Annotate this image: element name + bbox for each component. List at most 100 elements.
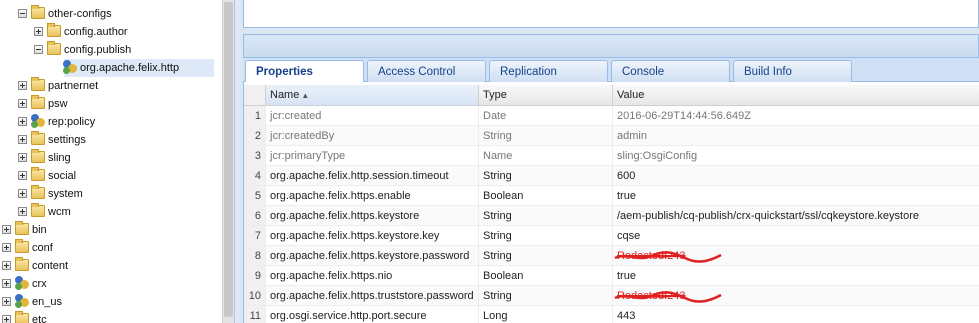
expand-icon[interactable] — [18, 135, 27, 144]
table-row[interactable]: 8 org.apache.felix.https.keystore.passwor… — [244, 246, 979, 266]
table-row[interactable]: 1 jcr:created Date 2016-06-29T14:44:56.649Z — [244, 106, 979, 126]
tree-node-crx[interactable]: crx — [0, 275, 220, 293]
tree-node-label: content — [32, 260, 69, 272]
tree-node-system[interactable]: system — [0, 185, 220, 203]
tree-node-conf[interactable]: conf — [0, 239, 220, 257]
property-value-cell[interactable]: R̶e̶d̶a̶c̶t̶e̶d̶f243 — [613, 286, 979, 305]
expand-icon[interactable] — [18, 117, 27, 126]
expand-icon[interactable] — [34, 27, 43, 36]
tab-console[interactable]: Console — [611, 60, 730, 82]
property-type-cell[interactable]: Date — [479, 106, 613, 125]
folder-icon — [31, 95, 45, 109]
header-name[interactable]: Name ▲ — [266, 85, 479, 105]
property-value-cell[interactable]: 2016-06-29T14:44:56.649Z — [613, 106, 979, 125]
property-value-cell[interactable]: admin — [613, 126, 979, 145]
tree-node-wcm[interactable]: wcm — [0, 203, 220, 221]
tab-build-info[interactable]: Build Info — [733, 60, 852, 82]
property-value-cell[interactable]: 443 — [613, 306, 979, 323]
property-name-cell[interactable]: jcr:primaryType — [266, 146, 479, 165]
tab-replication[interactable]: Replication — [489, 60, 608, 82]
tree-node-other-configs[interactable]: other-configs — [0, 5, 220, 23]
tab-properties[interactable]: Properties — [245, 60, 364, 83]
property-value-cell[interactable]: true — [613, 266, 979, 285]
expand-icon[interactable] — [18, 153, 27, 162]
property-name-cell[interactable]: org.apache.felix.https.nio — [266, 266, 479, 285]
property-type-cell[interactable]: Boolean — [479, 266, 613, 285]
table-row[interactable]: 3 jcr:primaryType Name sling:OsgiConfig — [244, 146, 979, 166]
expand-icon[interactable] — [2, 297, 11, 306]
expand-icon[interactable] — [18, 81, 27, 90]
tree-node-bin[interactable]: bin — [0, 221, 220, 239]
header-name-label: Name — [270, 89, 300, 101]
table-row[interactable]: 5 org.apache.felix.https.enable Boolean tru… — [244, 186, 979, 206]
header-value[interactable]: Value — [613, 85, 979, 105]
expand-icon[interactable] — [2, 243, 11, 252]
expand-icon[interactable] — [18, 171, 27, 180]
tree-node-rep-policy[interactable]: rep:policy — [0, 113, 220, 131]
expand-icon[interactable] — [2, 225, 11, 234]
property-type-cell[interactable]: String — [479, 226, 613, 245]
expand-icon[interactable] — [18, 207, 27, 216]
property-value-cell[interactable]: true — [613, 186, 979, 205]
property-name-cell[interactable]: org.osgi.service.http.port.secure — [266, 306, 479, 323]
tree-node-etc[interactable]: etc — [0, 311, 220, 323]
expand-icon[interactable] — [2, 279, 11, 288]
expand-icon[interactable] — [2, 315, 11, 323]
property-type-cell[interactable]: String — [479, 246, 613, 265]
property-type-cell[interactable]: Name — [479, 146, 613, 165]
property-type-cell[interactable]: Boolean — [479, 186, 613, 205]
tree-node-label: org.apache.felix.http — [80, 62, 180, 74]
property-name-cell[interactable]: org.apache.felix.https.keystore.key — [266, 226, 479, 245]
table-row[interactable]: 10 org.apache.felix.https.truststore.pass… — [244, 286, 979, 306]
tree-node-social[interactable]: social — [0, 167, 220, 185]
folder-icon — [47, 23, 61, 37]
table-row[interactable]: 7 org.apache.felix.https.keystore.key Stri… — [244, 226, 979, 246]
property-value-cell[interactable]: 600 — [613, 166, 979, 185]
property-name-cell[interactable]: org.apache.felix.https.keystore.password — [266, 246, 479, 265]
table-row[interactable]: 9 org.apache.felix.https.nio Boolean true — [244, 266, 979, 286]
property-name-cell[interactable]: jcr:createdBy — [266, 126, 479, 145]
property-name-cell[interactable]: jcr:created — [266, 106, 479, 125]
repository-tree: other-configs config.author config.publish… — [0, 0, 222, 323]
property-name-cell[interactable]: org.apache.felix.https.enable — [266, 186, 479, 205]
tree-node-config-publish[interactable]: config.publish — [0, 41, 220, 59]
table-row[interactable]: 11 org.osgi.service.http.port.secure Long 4… — [244, 306, 979, 323]
expand-icon[interactable] — [2, 261, 11, 270]
tree-node-content[interactable]: content — [0, 257, 220, 275]
table-row[interactable]: 4 org.apache.felix.http.session.timeout St… — [244, 166, 979, 186]
tab-access-control[interactable]: Access Control — [367, 60, 486, 82]
property-value-cell[interactable]: cqse — [613, 226, 979, 245]
property-type-cell[interactable]: String — [479, 166, 613, 185]
tree-node-psw[interactable]: psw — [0, 95, 220, 113]
tree-node-settings[interactable]: settings — [0, 131, 220, 149]
table-row[interactable]: 2 jcr:createdBy String admin — [244, 126, 979, 146]
property-name-cell[interactable]: org.apache.felix.https.truststore.passwo… — [266, 286, 479, 305]
property-value-cell[interactable]: R̶e̶d̶a̶c̶t̶e̶d̶f243 — [613, 246, 979, 265]
property-value-cell[interactable]: sling:OsgiConfig — [613, 146, 979, 165]
collapse-icon[interactable] — [34, 45, 43, 54]
tree-node-config-author[interactable]: config.author — [0, 23, 220, 41]
expand-icon[interactable] — [18, 99, 27, 108]
property-type-cell[interactable]: String — [479, 126, 613, 145]
header-type[interactable]: Type — [479, 85, 613, 105]
tree-scrollbar[interactable] — [222, 0, 234, 323]
tree-scrollbar-thumb[interactable] — [224, 2, 233, 317]
property-type-cell[interactable]: String — [479, 206, 613, 225]
table-row[interactable]: 6 org.apache.felix.https.keystore String/a… — [244, 206, 979, 226]
tree-node-en-us[interactable]: en_us — [0, 293, 220, 311]
folder-icon — [15, 311, 29, 323]
folder-icon — [31, 131, 45, 145]
tree-node-sling[interactable]: sling — [0, 149, 220, 167]
tree-node-org-apache-felix-http[interactable]: org.apache.felix.http — [63, 59, 214, 77]
property-name-cell[interactable]: org.apache.felix.http.session.timeout — [266, 166, 479, 185]
collapse-icon[interactable] — [18, 9, 27, 18]
tree-node-partnernet[interactable]: partnernet — [0, 77, 220, 95]
property-name-cell[interactable]: org.apache.felix.https.keystore — [266, 206, 479, 225]
property-value-cell[interactable]: /aem-publish/cq-publish/crx-quickstart/s… — [613, 206, 979, 225]
folder-icon — [47, 41, 61, 55]
row-number: 3 — [244, 146, 266, 165]
property-type-cell[interactable]: Long — [479, 306, 613, 323]
properties-grid: Name ▲ Type Value 1 jcr:created Date 2016-06… — [243, 82, 979, 323]
property-type-cell[interactable]: String — [479, 286, 613, 305]
expand-icon[interactable] — [18, 189, 27, 198]
